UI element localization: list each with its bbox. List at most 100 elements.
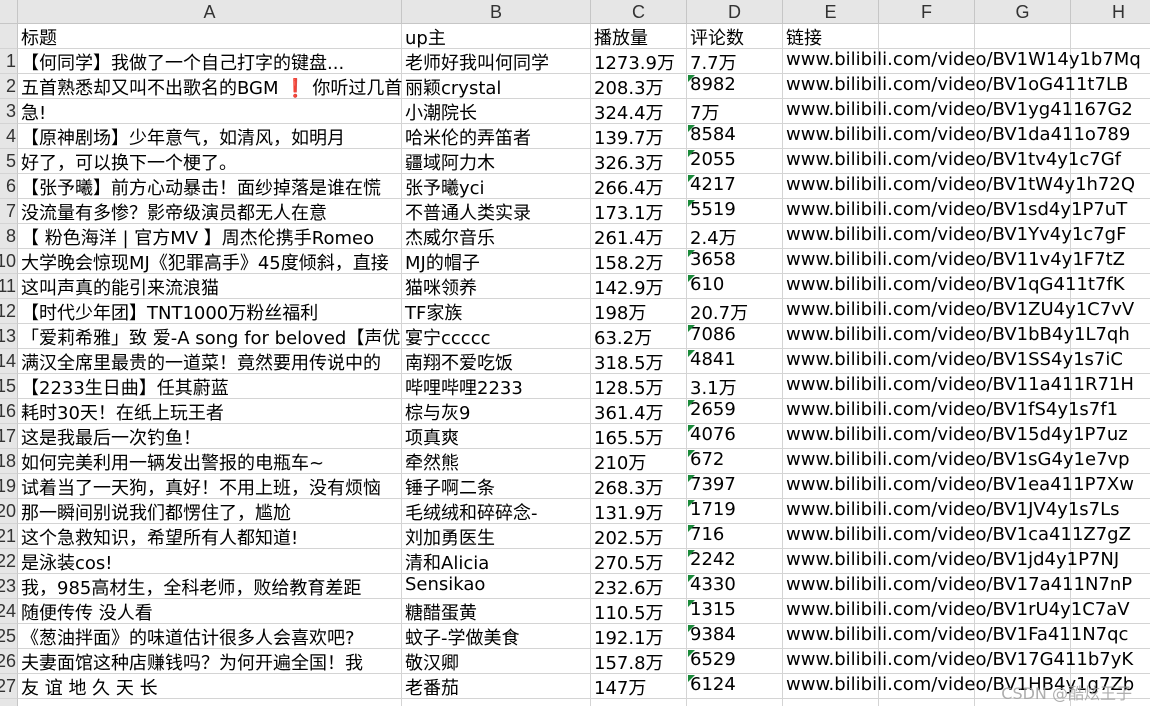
column-header-f[interactable]: F (879, 0, 975, 24)
row-header[interactable]: 3 (0, 99, 18, 124)
cell-play: 202.5万 (594, 528, 664, 549)
column-header-d[interactable]: D (687, 0, 783, 24)
row-header[interactable]: 17 (0, 424, 18, 449)
number-as-text-indicator-icon (688, 250, 695, 257)
header-cell-text: 评论数 (690, 28, 744, 49)
row-header[interactable]: 23 (0, 574, 18, 599)
number-as-text-indicator-icon (688, 275, 695, 282)
row-header[interactable]: 12 (0, 299, 18, 324)
row-header[interactable]: 21 (0, 524, 18, 549)
row-header[interactable]: 16 (0, 399, 18, 424)
number-as-text-indicator-icon (688, 650, 695, 657)
column-header-e[interactable]: E (783, 0, 879, 24)
cell[interactable] (1071, 24, 1150, 49)
cell[interactable] (783, 699, 879, 706)
cell-link: www.bilibili.com/video/BV11v4y1F7tZ (786, 249, 1125, 270)
column-header-a[interactable]: A (18, 0, 402, 24)
cell-link: www.bilibili.com/video/BV1tW4y1h72Q (786, 174, 1136, 195)
row-header[interactable]: 11 (0, 274, 18, 299)
cell-link: www.bilibili.com/video/BV15d4y1P7uz (786, 424, 1128, 445)
cell-play: 110.5万 (594, 603, 664, 624)
cell-play: 318.5万 (594, 353, 664, 374)
cell-comments: 5519 (690, 199, 736, 220)
row-header[interactable] (0, 699, 18, 706)
cell-title: 【 粉色海洋 | 官方MV 】周杰伦携手Romeo (21, 228, 375, 249)
cell-up: 牵然熊 (405, 453, 459, 474)
header-cell-text: 链接 (786, 28, 822, 49)
cell-title: 这是我最后一次钓鱼！ (21, 428, 201, 449)
row-header[interactable]: 20 (0, 499, 18, 524)
select-all-corner[interactable] (0, 0, 18, 24)
cell-play: 268.3万 (594, 478, 664, 499)
cell-comments: 3.1万 (690, 378, 737, 399)
cell-title: 耗时30天！在纸上玩王者 (21, 403, 224, 424)
cell-up: 项真爽 (405, 428, 459, 449)
row-header[interactable]: 18 (0, 449, 18, 474)
row-header[interactable] (0, 24, 18, 49)
cell-up: TF家族 (405, 303, 463, 324)
cell-play: 142.9万 (594, 278, 664, 299)
row-header[interactable]: 22 (0, 549, 18, 574)
row-header[interactable]: 6 (0, 174, 18, 199)
cell-title: 试着当了一天狗，真好！不用上班，没有烦恼 (21, 478, 381, 499)
cell-title: 【时代少年团】TNT1000万粉丝福利 (21, 303, 319, 324)
cell-title: 我，985高材生，全科老师，败给教育差距 (21, 578, 362, 599)
spreadsheet-grid[interactable]: A B C D E F G H 标题 up主 播放量 评论数 链接 1 【何同学】我做了一个自己打字的键盘.… (0, 0, 1150, 706)
number-as-text-indicator-icon (688, 600, 695, 607)
cell-link: www.bilibili.com/video/BV1ZU4y1C7vV (786, 299, 1135, 320)
row-header[interactable]: 2 (0, 74, 18, 99)
row-header[interactable]: 24 (0, 599, 18, 624)
cell-comments: 716 (690, 524, 725, 545)
row-header[interactable]: 14 (0, 349, 18, 374)
cell-comments: 20.7万 (690, 303, 749, 324)
cell-link: www.bilibili.com/video/BV1qG411t7fK (786, 274, 1125, 295)
column-header-g[interactable]: G (975, 0, 1071, 24)
cell-up: 老师好我叫何同学 (405, 53, 549, 74)
cell-comments: 2055 (690, 149, 736, 170)
column-header-b[interactable]: B (402, 0, 591, 24)
row-header[interactable]: 25 (0, 624, 18, 649)
cell-link: www.bilibili.com/video/BV1fS4y1s7f1 (786, 399, 1119, 420)
cell[interactable] (591, 699, 687, 706)
row-header[interactable]: 10 (0, 249, 18, 274)
cell-up: 哔哩哔哩2233 (405, 378, 523, 399)
cell-title: 【原神剧场】少年意气，如清风，如明月 (21, 128, 345, 149)
number-as-text-indicator-icon (688, 325, 695, 332)
row-header[interactable]: 8 (0, 224, 18, 249)
row-header[interactable]: 19 (0, 474, 18, 499)
row-header[interactable]: 26 (0, 649, 18, 674)
cell[interactable] (687, 699, 783, 706)
cell-play: 63.2万 (594, 328, 653, 349)
cell-link: www.bilibili.com/video/BV1ca411Z7gZ (786, 524, 1131, 545)
cell-play: 1273.9万 (594, 53, 675, 74)
number-as-text-indicator-icon (688, 425, 695, 432)
row-header[interactable]: 1 (0, 49, 18, 74)
cell-up: 南翔不爱吃饭 (405, 353, 513, 374)
cell-title: 没流量有多惨？影帝级演员都无人在意 (21, 203, 327, 224)
row-header[interactable]: 13 (0, 324, 18, 349)
number-as-text-indicator-icon (688, 675, 695, 682)
row-header[interactable]: 15 (0, 374, 18, 399)
row-header[interactable]: 27 (0, 674, 18, 699)
cell-link: www.bilibili.com/video/BV1da411o789 (786, 124, 1131, 145)
cell-link: www.bilibili.com/video/BV17a411N7nP (786, 574, 1133, 595)
number-as-text-indicator-icon (688, 450, 695, 457)
cell-title: 这叫声真的能引来流浪猫 (21, 278, 219, 299)
row-header[interactable]: 4 (0, 124, 18, 149)
cell-comments: 7086 (690, 324, 736, 345)
cell-comments: 7397 (690, 474, 736, 495)
cell-comments: 6124 (690, 674, 736, 695)
column-header-c[interactable]: C (591, 0, 687, 24)
cell[interactable] (18, 699, 402, 706)
row-header[interactable]: 7 (0, 199, 18, 224)
column-header-h[interactable]: H (1071, 0, 1150, 24)
header-cell-text: 播放量 (594, 28, 648, 49)
cell-title: 随便传传 没人看 (21, 603, 153, 624)
cell-comments: 6529 (690, 649, 736, 670)
cell[interactable] (879, 699, 975, 706)
cell-link: www.bilibili.com/video/BV1JV4y1s7Ls (786, 499, 1120, 520)
row-header[interactable]: 5 (0, 149, 18, 174)
cell-link: www.bilibili.com/video/BV1Yv4y1c7gF (786, 224, 1127, 245)
cell-link: www.bilibili.com/video/BV1rU4y1C7aV (786, 599, 1130, 620)
cell[interactable] (402, 699, 591, 706)
